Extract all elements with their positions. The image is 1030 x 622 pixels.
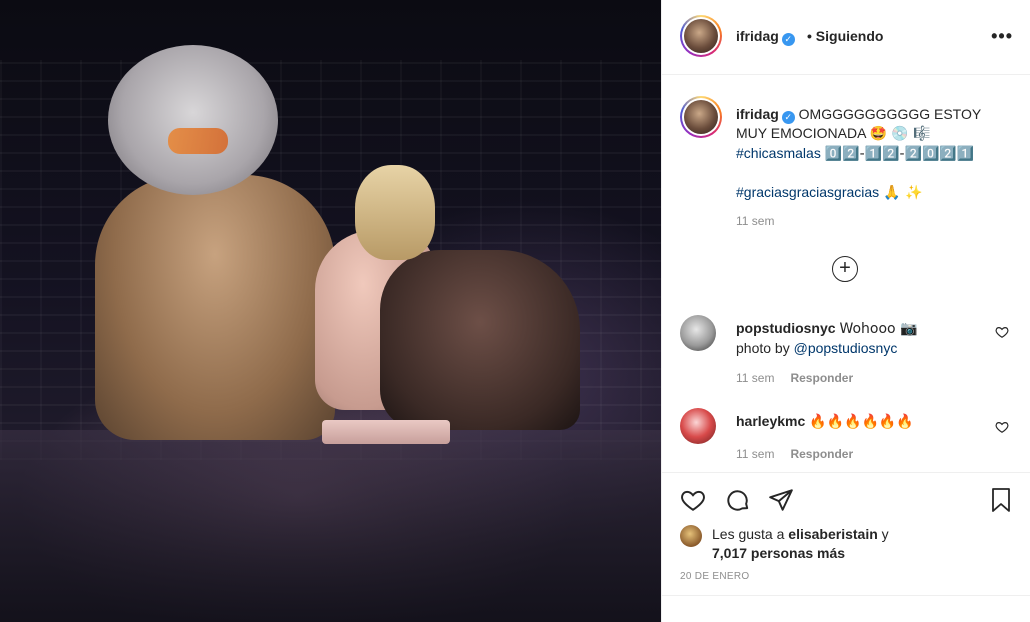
commenter-avatar[interactable] (680, 408, 716, 444)
mention-link[interactable]: @popstudiosnyc (794, 340, 898, 356)
commenter-avatar[interactable] (680, 315, 716, 351)
comment-like-icon[interactable] (995, 325, 1009, 339)
likes-count[interactable]: 7,017 personas más (712, 545, 845, 561)
hashtag-chicasmalas[interactable]: #chicasmalas (736, 145, 821, 161)
caption-emoji: 🤩 💿 🎼 (869, 126, 931, 142)
comment-bubble-icon[interactable] (725, 487, 751, 513)
liker-avatar[interactable] (680, 525, 702, 547)
woman-left-sunglasses (168, 128, 228, 154)
woman-left-hair (108, 45, 278, 195)
post-header: ifridag ✓ • Siguiendo ••• (662, 0, 1030, 75)
add-comment-area[interactable] (662, 595, 1030, 622)
caption-emoji-2: 🙏 ✨ (883, 185, 923, 201)
post-photo[interactable] (0, 0, 661, 622)
comment-author[interactable]: harleykmc (736, 413, 805, 429)
caption-avatar[interactable] (680, 96, 722, 138)
clutch-bag (322, 420, 450, 444)
comment-text: popstudiosnyc Wohooo 📷 photo by @popstud… (736, 320, 918, 356)
follow-status[interactable]: • Siguiendo (807, 28, 883, 44)
hashtag-graciasgraciasgracias[interactable]: #graciasgraciasgracias (736, 184, 879, 200)
caption-time[interactable]: 11 sem (736, 214, 774, 228)
like-heart-icon[interactable] (680, 487, 706, 513)
comment-text: harleykmc 🔥🔥🔥🔥🔥🔥 (736, 413, 914, 430)
caption-text: ifridag ✓ OMGGGGGGGGGG ESTOY MUY EMOCIONA… (736, 105, 1016, 203)
comment-time[interactable]: 11 sem (736, 371, 774, 385)
author-avatar[interactable] (680, 15, 722, 57)
caption-line1: OMGGGGGGGGGG ESTOY (798, 106, 982, 122)
comment-time[interactable]: 11 sem (736, 447, 774, 461)
author-username[interactable]: ifridag ✓ (736, 28, 795, 46)
post-date[interactable]: 20 DE ENERO (680, 571, 749, 582)
woman-left-fur-coat (95, 175, 335, 440)
floor-reflection (0, 430, 661, 622)
caption-date-code: 0️⃣2️⃣-1️⃣2️⃣-2️⃣0️⃣2️⃣1️⃣ (824, 146, 975, 162)
woman-right-sequin-outfit (380, 250, 580, 430)
more-options-icon[interactable]: ••• (991, 26, 1013, 47)
comment-author[interactable]: popstudiosnyc (736, 320, 836, 336)
share-paper-plane-icon[interactable] (768, 487, 794, 513)
caption-line2: MUY EMOCIONADA (736, 125, 866, 141)
caption-author[interactable]: ifridag (736, 106, 779, 122)
reply-button[interactable]: Responder (790, 447, 853, 461)
reply-button[interactable]: Responder (790, 371, 853, 385)
comment-meta: 11 sem Responder (736, 447, 853, 461)
save-bookmark-icon[interactable] (989, 487, 1013, 513)
verified-icon: ✓ (781, 33, 795, 46)
liker-username[interactable]: elisaberistain (788, 526, 878, 542)
comment-meta: 11 sem Responder (736, 371, 853, 385)
likes-text: Les gusta a elisaberistain y 7,017 perso… (712, 526, 889, 561)
post-actions: Les gusta a elisaberistain y 7,017 perso… (662, 472, 1030, 622)
comment-like-icon[interactable] (995, 420, 1009, 434)
post-side-panel: ifridag ✓ • Siguiendo ••• ifridag ✓ OMGGGG… (661, 0, 1030, 622)
verified-icon: ✓ (781, 111, 795, 124)
woman-right-hair (355, 165, 435, 260)
load-more-comments-icon[interactable]: + (832, 256, 858, 282)
